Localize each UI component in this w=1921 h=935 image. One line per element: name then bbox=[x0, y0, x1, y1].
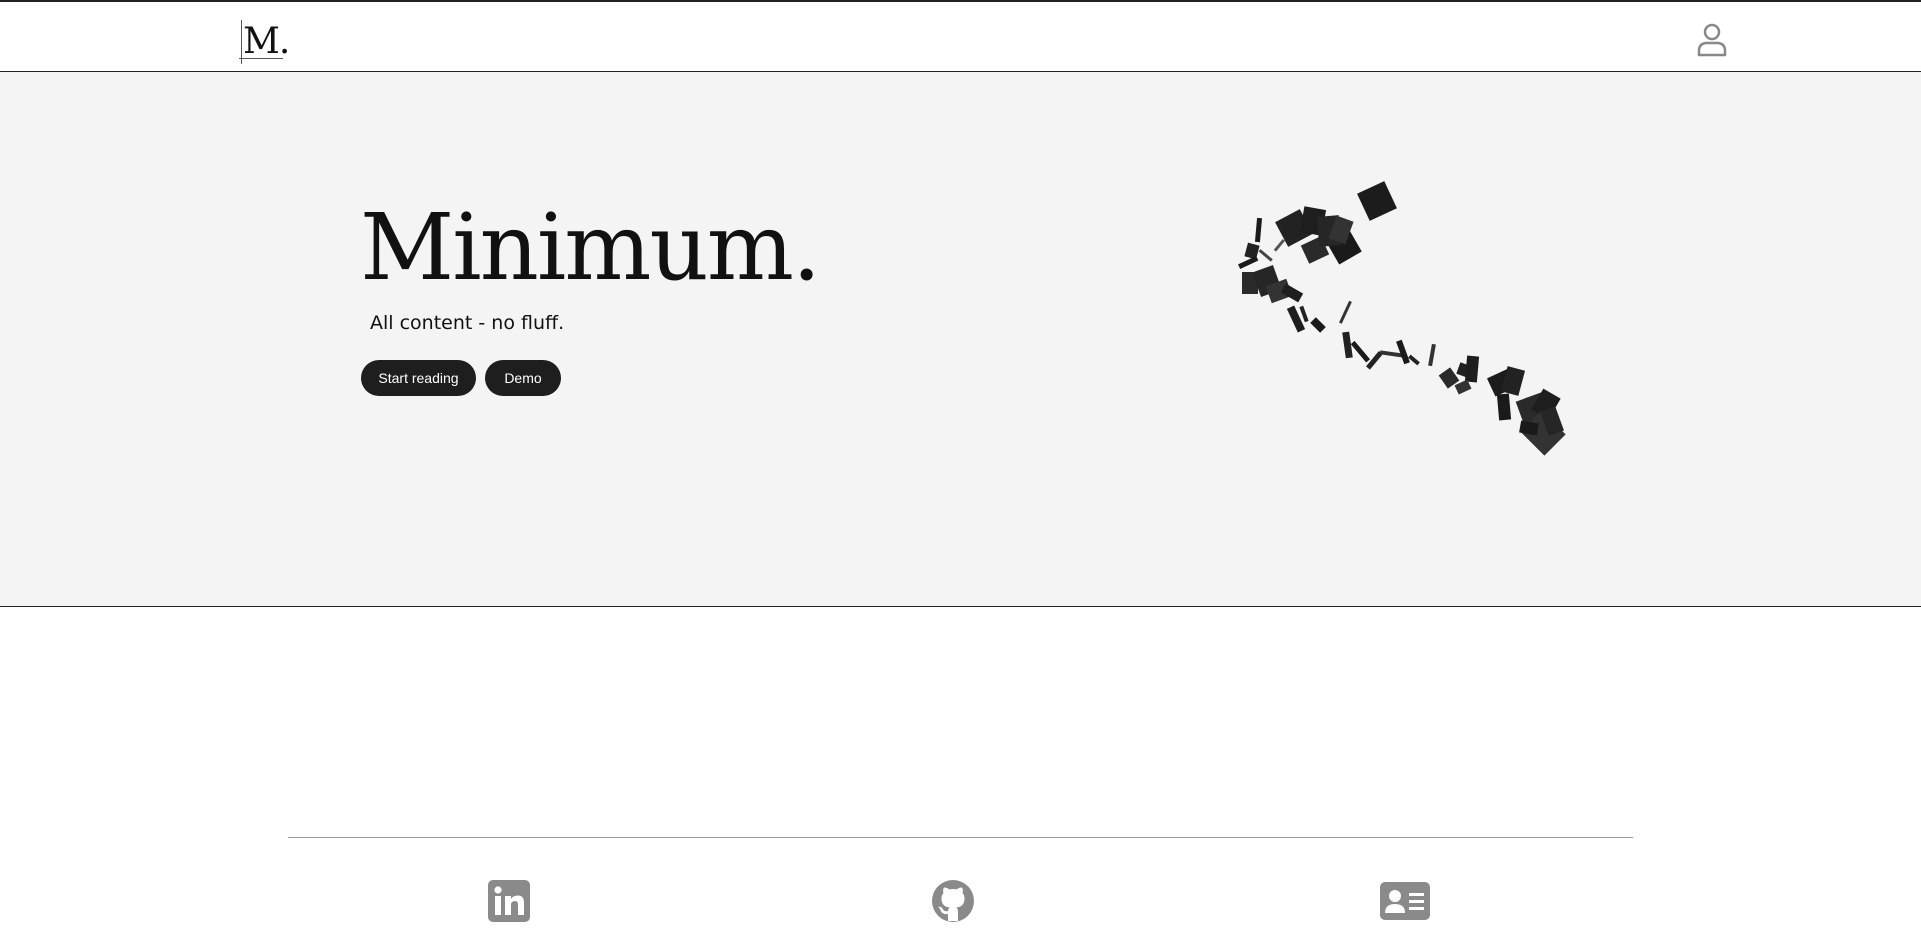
contact-card-link[interactable] bbox=[1379, 879, 1431, 923]
linkedin-link[interactable] bbox=[487, 879, 531, 923]
github-icon bbox=[932, 880, 974, 922]
user-icon bbox=[1697, 23, 1727, 57]
hero-section: Minimum. All content - no fluff. Start r… bbox=[0, 72, 1921, 607]
scattered-squares-illustration bbox=[1238, 181, 1566, 456]
top-navbar: M. bbox=[0, 0, 1921, 72]
start-reading-button[interactable]: Start reading bbox=[361, 360, 476, 396]
site-logo[interactable]: M. bbox=[239, 20, 290, 64]
footer-divider bbox=[288, 837, 1633, 838]
github-link[interactable] bbox=[931, 879, 975, 923]
linkedin-icon bbox=[488, 880, 530, 922]
page: M. Minimum. All content - no fluff. Star… bbox=[0, 0, 1921, 935]
demo-button[interactable]: Demo bbox=[485, 360, 561, 396]
hero-subtitle: All content - no fluff. bbox=[370, 312, 565, 334]
contact-card-icon bbox=[1380, 882, 1430, 920]
user-account-button[interactable] bbox=[1696, 22, 1728, 58]
logo-text: M. bbox=[243, 21, 290, 62]
hero-title: Minimum. bbox=[360, 194, 821, 301]
